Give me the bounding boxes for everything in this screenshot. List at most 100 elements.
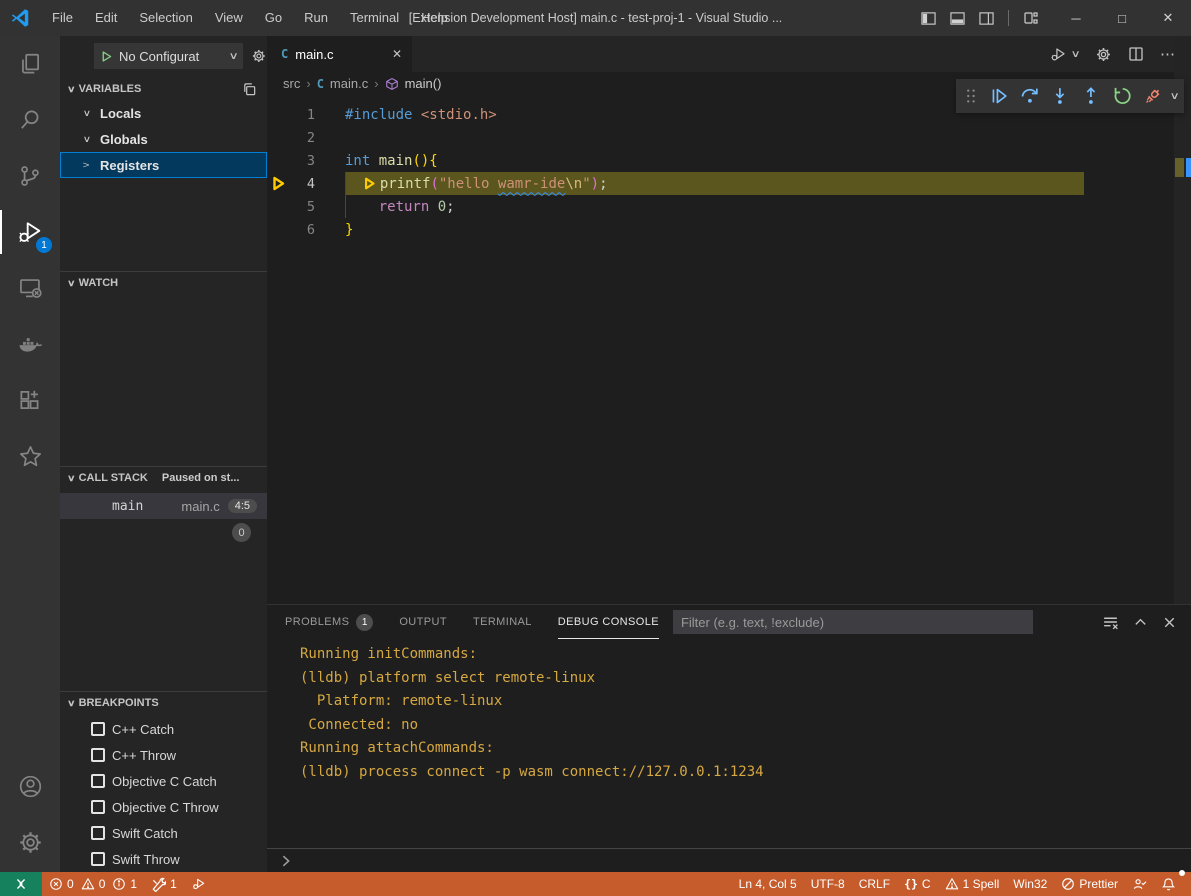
toolbar-drag-handle[interactable] [962,86,980,106]
formatter-status[interactable]: Prettier [1054,872,1125,896]
breakpoint-margin[interactable] [267,218,289,241]
variables-item-globals[interactable]: ∨Globals [60,126,267,152]
sidebar-item-source-control[interactable] [0,148,60,204]
accounts-button[interactable] [0,758,60,814]
breakpoint-item[interactable]: Swift Catch [60,820,267,846]
breakpoint-checkbox[interactable] [91,800,105,814]
variables-item-locals[interactable]: ∨Locals [60,100,267,126]
panel-tab-debug-console[interactable]: DEBUG CONSOLE [558,606,659,639]
toggle-panel-icon[interactable] [950,11,965,26]
maximize-button[interactable]: □ [1099,0,1145,36]
problems-summary[interactable]: 0 0 1 [42,872,144,896]
tab-main-c[interactable]: C main.c ✕ [267,36,412,72]
code-line-3[interactable]: 3int main(){ [267,149,1174,172]
panel-tab-problems[interactable]: PROBLEMS1 [285,606,373,639]
watch-header[interactable]: ∨ WATCH [60,272,267,294]
breakpoint-checkbox[interactable] [91,748,105,762]
panel-tab-terminal[interactable]: TERMINAL [473,606,532,639]
sidebar-item-docker[interactable] [0,316,60,372]
breakpoint-checkbox[interactable] [91,722,105,736]
menu-run[interactable]: Run [293,0,339,36]
feedback-button[interactable] [1125,872,1154,896]
breakpoint-item[interactable]: Objective C Throw [60,794,267,820]
minimize-button[interactable]: ─ [1053,0,1099,36]
call-stack-frame[interactable]: main main.c 4:5 [60,493,267,519]
cursor-position[interactable]: Ln 4, Col 5 [732,872,804,896]
panel-tab-output[interactable]: OUTPUT [399,606,447,639]
sidebar-item-star-extension[interactable] [0,428,60,484]
debug-settings-gear-icon[interactable] [251,48,267,64]
menu-go[interactable]: Go [254,0,293,36]
sidebar-item-run-and-debug[interactable]: 1 [0,204,60,260]
breakpoint-item[interactable]: C++ Catch [60,716,267,742]
breakpoint-margin[interactable] [267,126,289,149]
debug-config-dropdown[interactable]: No Configurat ∨ [94,43,243,69]
variables-item-registers[interactable]: >Registers [60,152,267,178]
notifications-button[interactable] [1154,872,1183,896]
sidebar-item-remote-explorer[interactable] [0,260,60,316]
language-mode[interactable]: {} C [897,872,938,896]
disconnect-icon[interactable] [1141,85,1164,108]
step-over-icon[interactable] [1018,84,1042,108]
breakpoint-checkbox[interactable] [91,774,105,788]
debug-console-output[interactable]: Running initCommands:(lldb) platform sel… [267,639,1191,849]
breakpoint-margin[interactable] [267,149,289,172]
gear-icon[interactable] [1095,46,1112,63]
run-or-debug-icon[interactable] [1049,45,1068,64]
step-into-icon[interactable] [1048,84,1072,108]
continue-icon[interactable] [987,84,1011,108]
menu-view[interactable]: View [204,0,254,36]
eol-indicator[interactable]: CRLF [852,872,897,896]
breakpoint-checkbox[interactable] [91,826,105,840]
restart-icon[interactable] [1110,84,1134,108]
menu-terminal[interactable]: Terminal [339,0,410,36]
debug-console-prompt[interactable] [267,848,1191,872]
code-line-2[interactable]: 2 [267,126,1174,149]
platform-indicator[interactable]: Win32 [1006,872,1054,896]
remote-indicator[interactable] [0,872,42,896]
breadcrumb-symbol[interactable]: main() [405,76,442,91]
settings-button[interactable] [0,814,60,870]
menu-selection[interactable]: Selection [128,0,203,36]
breakpoint-item[interactable]: Swift Throw [60,846,267,872]
panel-tab-label: TERMINAL [473,616,532,628]
tab-close-icon[interactable]: ✕ [392,47,402,61]
breakpoints-header[interactable]: ∨ BREAKPOINTS [60,692,267,714]
customize-layout-icon[interactable] [1023,10,1039,26]
copy-icon[interactable] [242,82,257,97]
breakpoint-margin[interactable] [267,103,289,126]
tools-status[interactable]: 1 [144,872,184,896]
breakpoint-margin[interactable] [267,172,289,195]
step-out-icon[interactable] [1079,84,1103,108]
maximize-panel-icon[interactable] [1133,615,1148,630]
clear-console-icon[interactable] [1102,614,1119,631]
code-line-6[interactable]: 6} [267,218,1174,241]
sidebar-item-search[interactable] [0,92,60,148]
call-stack-header[interactable]: ∨ CALL STACK Paused on st... [60,467,267,489]
sidebar-item-extensions[interactable] [0,372,60,428]
code-line-4[interactable]: 4 printf("hello wamr-ide\n"); [267,172,1174,195]
debug-console-filter-input[interactable] [673,610,1033,634]
menu-edit[interactable]: Edit [84,0,128,36]
breakpoint-item[interactable]: Objective C Catch [60,768,267,794]
close-panel-icon[interactable] [1162,615,1177,630]
toggle-sidebar-icon[interactable] [921,11,936,26]
close-button[interactable]: ✕ [1145,0,1191,36]
toggle-secondary-sidebar-icon[interactable] [979,11,994,26]
breakpoint-margin[interactable] [267,195,289,218]
sidebar-item-explorer[interactable] [0,36,60,92]
code-line-5[interactable]: 5 return 0; [267,195,1174,218]
variables-header[interactable]: ∨ VARIABLES [60,78,267,100]
encoding-indicator[interactable]: UTF-8 [804,872,852,896]
breadcrumb-folder[interactable]: src [283,76,300,91]
chevron-down-icon[interactable]: ∨ [1070,49,1080,60]
debug-status[interactable] [184,872,214,896]
breakpoint-checkbox[interactable] [91,852,105,866]
split-editor-icon[interactable] [1128,46,1144,62]
breadcrumb-file[interactable]: main.c [330,76,368,91]
menu-file[interactable]: File [41,0,84,36]
chevron-down-icon[interactable]: ∨ [1169,91,1179,102]
spell-checker-status[interactable]: 1 Spell [938,872,1007,896]
more-actions-icon[interactable]: ⋯ [1160,45,1175,63]
breakpoint-item[interactable]: C++ Throw [60,742,267,768]
